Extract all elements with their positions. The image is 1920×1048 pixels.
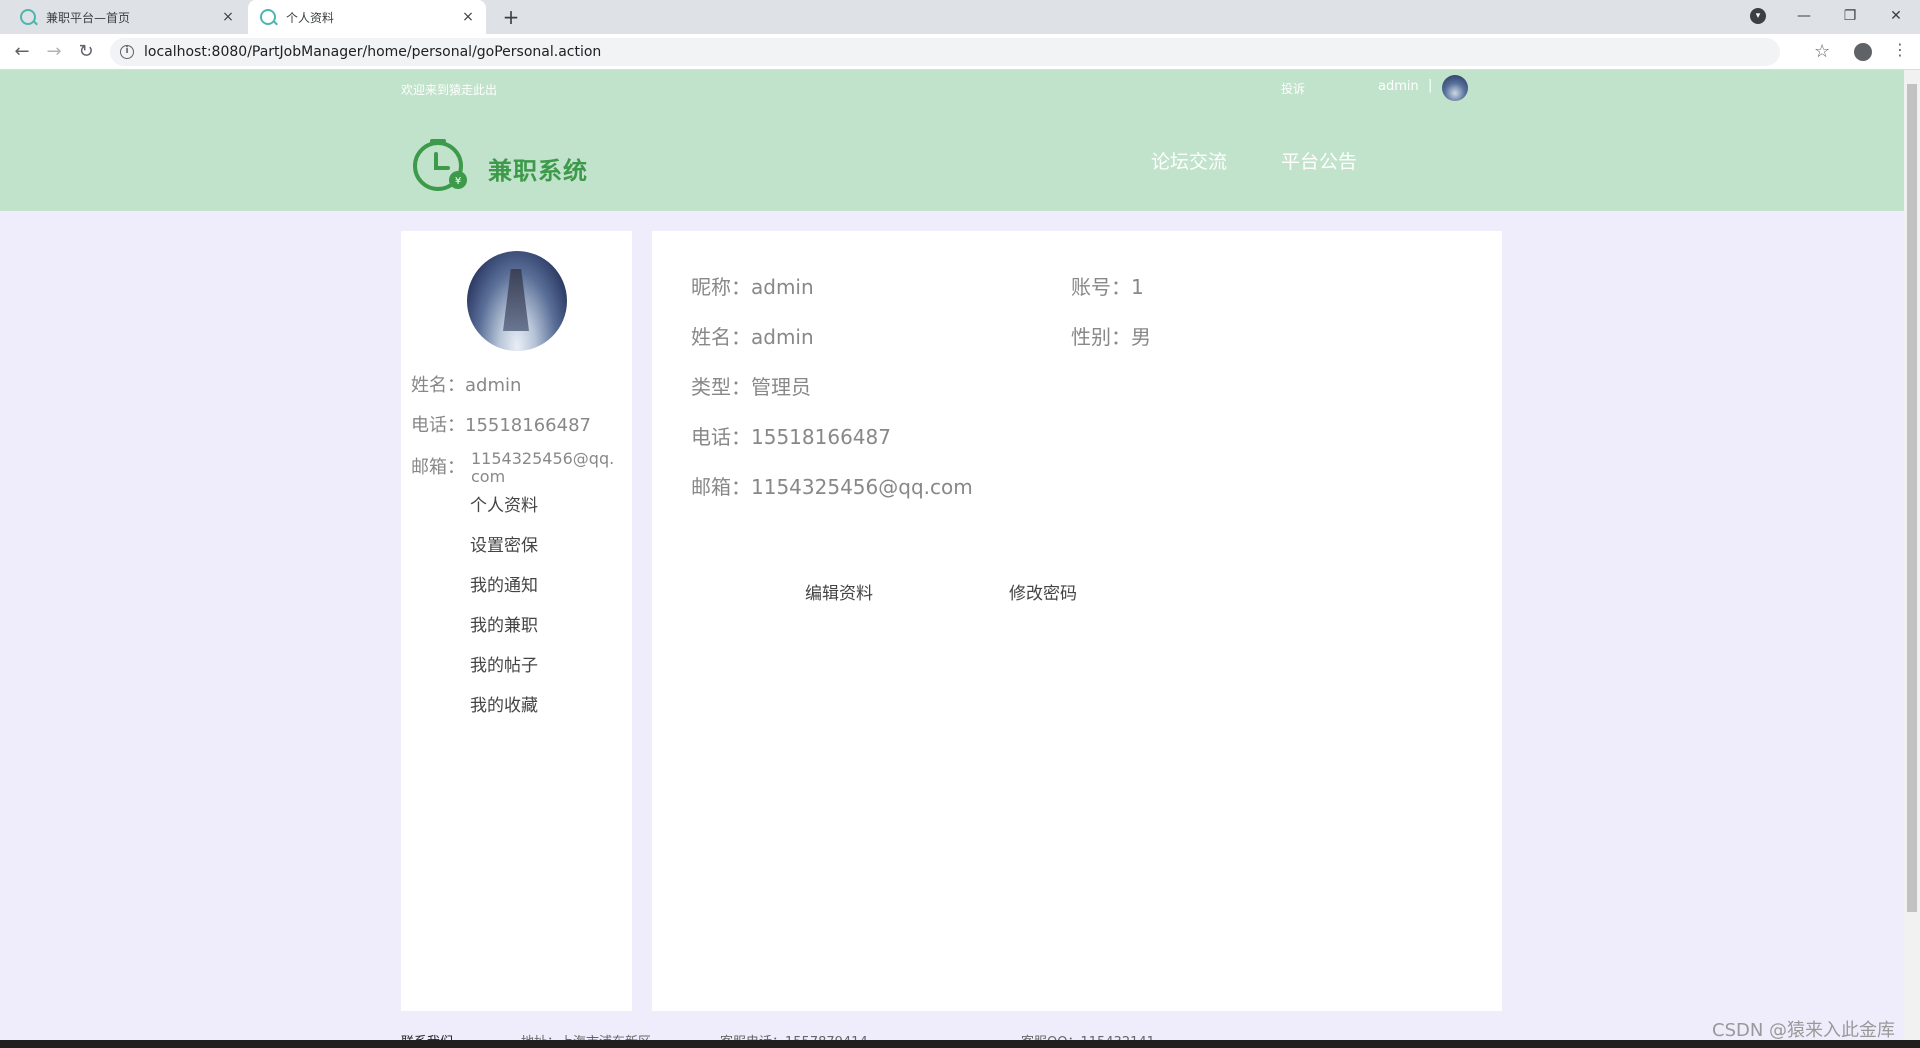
sidebar: 姓名：admin 电话：15518166487 邮箱： 1154325456@q… xyxy=(401,231,632,1011)
nav-forum[interactable]: 论坛交流 xyxy=(1151,147,1227,174)
tab-title: 兼职平台—首页 xyxy=(46,10,131,25)
tab-search-icon[interactable]: ▾ xyxy=(1750,8,1766,24)
change-password-button[interactable]: 修改密码 xyxy=(1009,579,1077,604)
reload-icon[interactable]: ↻ xyxy=(74,40,98,64)
profile-type: 类型：管理员 xyxy=(691,375,811,399)
logo-text: 兼职系统 xyxy=(488,157,588,185)
taskbar xyxy=(0,1040,1920,1048)
avatar[interactable] xyxy=(467,251,567,351)
profile-nickname: 昵称：admin xyxy=(691,275,814,299)
close-tab-icon[interactable]: × xyxy=(218,9,238,25)
complain-link[interactable]: 投诉 xyxy=(1281,80,1305,97)
profile-panel: 昵称：admin 账号：1 姓名：admin 性别：男 类型：管理员 电话：15… xyxy=(652,231,1502,1011)
sidebar-name: 姓名：admin xyxy=(411,375,522,396)
forward-arrow-icon[interactable]: → xyxy=(42,40,66,64)
user-name-link[interactable]: admin xyxy=(1378,79,1419,94)
url-text: localhost:8080/PartJobManager/home/perso… xyxy=(144,44,602,60)
info-icon[interactable]: i xyxy=(120,45,134,59)
restore-button[interactable]: ❐ xyxy=(1827,0,1873,32)
profile-phone: 电话：15518166487 xyxy=(691,425,891,449)
nav-notice[interactable]: 平台公告 xyxy=(1281,147,1357,174)
welcome-text: 欢迎来到猿走此出 xyxy=(401,83,498,97)
sidebar-item-my-posts[interactable]: 我的帖子 xyxy=(470,651,538,676)
scrollbar-thumb[interactable] xyxy=(1907,84,1917,912)
tab-title: 个人资料 xyxy=(286,10,335,25)
back-arrow-icon[interactable]: ← xyxy=(10,40,34,64)
watermark: CSDN @猿来入此金库 xyxy=(1712,1020,1896,1041)
sidebar-email-value: 1154325456@qq.com xyxy=(471,449,615,486)
address-bar: ← → ↻ i localhost:8080/PartJobManager/ho… xyxy=(0,34,1920,70)
close-tab-icon[interactable]: × xyxy=(458,9,478,25)
bookmark-star-icon[interactable]: ☆ xyxy=(1814,41,1830,62)
profile-name: 姓名：admin xyxy=(691,325,814,349)
sidebar-phone: 电话：15518166487 xyxy=(411,415,591,436)
search-favicon-icon xyxy=(20,9,36,25)
profile-gender: 性别：男 xyxy=(1071,325,1151,349)
new-tab-button[interactable]: + xyxy=(498,4,524,30)
minimize-button[interactable]: — xyxy=(1781,0,1827,32)
profile-icon[interactable] xyxy=(1854,43,1872,61)
sidebar-email-label: 邮箱： xyxy=(411,457,465,478)
clock-logo-icon[interactable]: ¥ xyxy=(410,136,472,192)
sidebar-item-profile[interactable]: 个人资料 xyxy=(470,491,538,516)
browser-tab-bar: 兼职平台—首页 × 个人资料 × + ▾ — ❐ ✕ xyxy=(0,0,1920,34)
scrollbar[interactable] xyxy=(1904,70,1920,1040)
separator: | xyxy=(1428,78,1433,93)
svg-text:¥: ¥ xyxy=(455,176,461,187)
edit-profile-button[interactable]: 编辑资料 xyxy=(805,579,873,604)
tab-home[interactable]: 兼职平台—首页 × xyxy=(8,0,246,34)
close-window-button[interactable]: ✕ xyxy=(1873,0,1919,32)
sidebar-item-my-jobs[interactable]: 我的兼职 xyxy=(470,611,538,636)
menu-kebab-icon[interactable]: ⋮ xyxy=(1892,40,1908,59)
avatar[interactable] xyxy=(1442,75,1468,101)
site-header: 欢迎来到猿走此出 投诉 admin | ¥ 兼职系统 论坛交流 平台公告 xyxy=(0,70,1904,211)
profile-email: 邮箱：1154325456@qq.com xyxy=(691,475,973,499)
sidebar-item-security[interactable]: 设置密保 xyxy=(470,531,538,556)
sidebar-item-favorites[interactable]: 我的收藏 xyxy=(470,691,538,716)
search-favicon-icon xyxy=(260,9,276,25)
sidebar-item-notifications[interactable]: 我的通知 xyxy=(470,571,538,596)
profile-account: 账号：1 xyxy=(1071,275,1144,299)
tab-personal[interactable]: 个人资料 × xyxy=(248,0,486,34)
url-field[interactable]: i localhost:8080/PartJobManager/home/per… xyxy=(110,38,1780,66)
